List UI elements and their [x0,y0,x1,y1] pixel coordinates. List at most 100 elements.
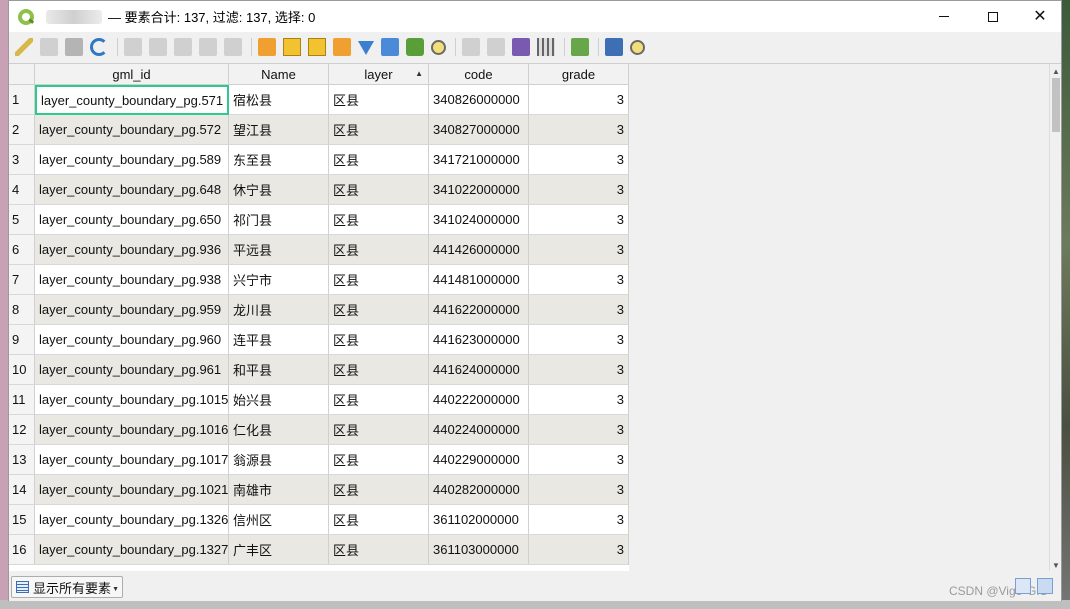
table-row[interactable]: 3 layer_county_boundary_pg.589 东至县 区县 341721… [9,145,629,175]
cell-code[interactable]: 441622000000 [429,295,529,325]
delete-field-icon[interactable] [487,38,505,56]
dock-icon[interactable] [605,38,623,56]
cell-name[interactable]: 兴宁市 [229,265,329,295]
cell-grade[interactable]: 3 [529,145,629,175]
table-view-icon[interactable] [1037,578,1053,594]
cell-code[interactable]: 440229000000 [429,445,529,475]
cell-layer[interactable]: 区县 [329,535,429,565]
cell-name[interactable]: 望江县 [229,115,329,145]
row-number[interactable]: 5 [9,205,35,235]
deselect-all-icon[interactable] [333,38,351,56]
cell-grade[interactable]: 3 [529,295,629,325]
cell-name[interactable]: 始兴县 [229,385,329,415]
cell-gml-id[interactable]: layer_county_boundary_pg.1327 [35,535,229,565]
cell-gml-id[interactable]: layer_county_boundary_pg.648 [35,175,229,205]
row-number[interactable]: 7 [9,265,35,295]
cell-code[interactable]: 341721000000 [429,145,529,175]
cell-layer[interactable]: 区县 [329,415,429,445]
cell-code[interactable]: 340826000000 [429,85,529,115]
cell-name[interactable]: 龙川县 [229,295,329,325]
cell-layer[interactable]: 区县 [329,205,429,235]
cell-code[interactable]: 361103000000 [429,535,529,565]
table-row[interactable]: 4 layer_county_boundary_pg.648 休宁县 区县 341022… [9,175,629,205]
column-header-grade[interactable]: grade [529,64,629,85]
cell-layer[interactable]: 区县 [329,175,429,205]
table-row[interactable]: 7 layer_county_boundary_pg.938 兴宁市 区县 441481… [9,265,629,295]
cell-code[interactable]: 441624000000 [429,355,529,385]
cell-layer[interactable]: 区县 [329,355,429,385]
cell-name[interactable]: 广丰区 [229,535,329,565]
table-row[interactable]: 15 layer_county_boundary_pg.1326 信州区 区县 3611… [9,505,629,535]
scroll-down-icon[interactable]: ▼ [1050,559,1061,571]
row-number[interactable]: 2 [9,115,35,145]
pan-to-selected-icon[interactable] [406,38,424,56]
column-header-name[interactable]: Name [229,64,329,85]
delete-feature-icon[interactable] [149,38,167,56]
cell-name[interactable]: 东至县 [229,145,329,175]
cell-gml-id[interactable]: layer_county_boundary_pg.1015 [35,385,229,415]
cell-gml-id[interactable]: layer_county_boundary_pg.959 [35,295,229,325]
copy-icon[interactable] [199,38,217,56]
cell-grade[interactable]: 3 [529,355,629,385]
field-calculator-icon[interactable] [512,38,530,56]
zoom-map-icon[interactable] [630,39,645,55]
cell-name[interactable]: 南雄市 [229,475,329,505]
cell-grade[interactable]: 3 [529,325,629,355]
cell-layer[interactable]: 区县 [329,235,429,265]
table-row[interactable]: 2 layer_county_boundary_pg.572 望江县 区县 340827… [9,115,629,145]
column-header-code[interactable]: code [429,64,529,85]
cell-code[interactable]: 440224000000 [429,415,529,445]
select-all-icon[interactable] [283,38,301,56]
table-row[interactable]: 16 layer_county_boundary_pg.1327 广丰区 区县 3611… [9,535,629,565]
reload-icon[interactable] [90,38,108,56]
cell-name[interactable]: 翁源县 [229,445,329,475]
cell-name[interactable]: 祁门县 [229,205,329,235]
row-number[interactable]: 10 [9,355,35,385]
move-selection-to-top-icon[interactable] [381,38,399,56]
scroll-up-icon[interactable]: ▲ [1050,65,1061,77]
maximize-button[interactable] [970,1,1016,32]
minimize-button[interactable] [921,1,967,32]
scrollbar-thumb[interactable] [1052,78,1060,132]
cell-layer[interactable]: 区县 [329,385,429,415]
invert-selection-icon[interactable] [308,38,326,56]
row-number[interactable]: 6 [9,235,35,265]
cell-name[interactable]: 连平县 [229,325,329,355]
cell-grade[interactable]: 3 [529,235,629,265]
cell-grade[interactable]: 3 [529,265,629,295]
table-row[interactable]: 14 layer_county_boundary_pg.1021 南雄市 区县 4402… [9,475,629,505]
multi-edit-icon[interactable] [40,38,58,56]
cell-name[interactable]: 休宁县 [229,175,329,205]
cell-layer[interactable]: 区县 [329,145,429,175]
cell-layer[interactable]: 区县 [329,115,429,145]
paste-icon[interactable] [224,38,242,56]
cell-name[interactable]: 信州区 [229,505,329,535]
cell-code[interactable]: 441481000000 [429,265,529,295]
new-field-icon[interactable] [462,38,480,56]
row-number[interactable]: 9 [9,325,35,355]
column-header-gml-id[interactable]: gml_id [35,64,229,85]
cell-name[interactable]: 平远县 [229,235,329,265]
add-feature-icon[interactable] [124,38,142,56]
table-row[interactable]: 9 layer_county_boundary_pg.960 连平县 区县 441623… [9,325,629,355]
cell-code[interactable]: 441426000000 [429,235,529,265]
row-number[interactable]: 15 [9,505,35,535]
row-number[interactable]: 13 [9,445,35,475]
cell-name[interactable]: 宿松县 [229,85,329,115]
row-number[interactable]: 14 [9,475,35,505]
table-row[interactable]: 8 layer_county_boundary_pg.959 龙川县 区县 441622… [9,295,629,325]
cell-layer[interactable]: 区县 [329,475,429,505]
table-row[interactable]: 12 layer_county_boundary_pg.1016 仁化县 区县 4402… [9,415,629,445]
cell-gml-id[interactable]: layer_county_boundary_pg.1016 [35,415,229,445]
cell-code[interactable]: 440282000000 [429,475,529,505]
cell-grade[interactable]: 3 [529,505,629,535]
cell-grade[interactable]: 3 [529,115,629,145]
column-header-layer[interactable]: layer ▲ [329,64,429,85]
form-view-icon[interactable] [1015,578,1031,594]
cell-layer[interactable]: 区县 [329,445,429,475]
cell-gml-id[interactable]: layer_county_boundary_pg.936 [35,235,229,265]
table-row[interactable]: 11 layer_county_boundary_pg.1015 始兴县 区县 4402… [9,385,629,415]
cell-gml-id[interactable]: layer_county_boundary_pg.589 [35,145,229,175]
cell-gml-id[interactable]: layer_county_boundary_pg.961 [35,355,229,385]
cell-gml-id[interactable]: layer_county_boundary_pg.571 [35,85,229,115]
